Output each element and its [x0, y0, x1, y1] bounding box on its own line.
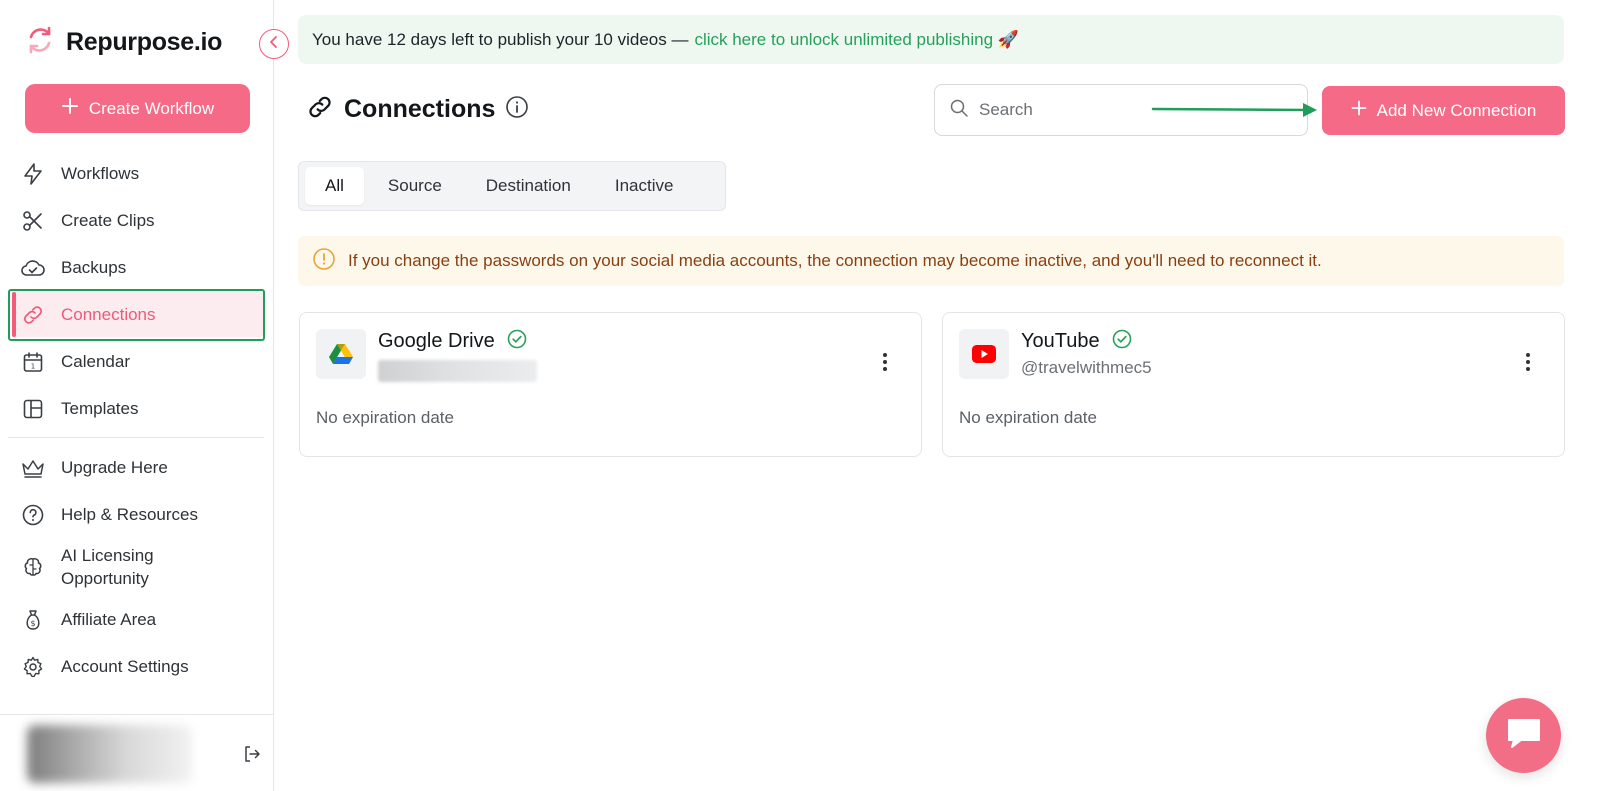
- notice-text: If you change the passwords on your soci…: [348, 251, 1322, 270]
- main-content: You have 12 days left to publish your 10…: [274, 0, 1600, 791]
- repurpose-logo-icon: [24, 24, 56, 61]
- create-workflow-label: Create Workflow: [88, 98, 215, 118]
- money-bag-icon: $: [20, 607, 46, 633]
- verified-check-icon: [507, 329, 527, 354]
- sidebar-item-label: Calendar: [61, 351, 130, 371]
- tab-all[interactable]: All: [305, 167, 364, 205]
- sidebar-item-calendar[interactable]: 1 Calendar: [0, 338, 274, 385]
- add-new-connection-button[interactable]: Add New Connection: [1322, 86, 1565, 135]
- redacted-account: [378, 360, 537, 382]
- svg-text:$: $: [30, 619, 35, 628]
- create-workflow-button[interactable]: Create Workflow: [25, 84, 250, 133]
- collapse-sidebar-button[interactable]: [259, 29, 289, 59]
- link-icon: [306, 93, 334, 126]
- expiry-text: No expiration date: [959, 408, 1097, 427]
- sidebar-nav: Workflows Create Clips Backups Connectio…: [0, 150, 274, 690]
- plus-icon: [1351, 100, 1367, 121]
- sidebar-item-upgrade[interactable]: Upgrade Here: [0, 444, 274, 491]
- question-icon: [20, 502, 46, 528]
- google-drive-icon: [316, 329, 366, 379]
- user-area: [0, 714, 274, 791]
- more-options-icon[interactable]: [875, 349, 895, 375]
- search-icon: [949, 98, 969, 123]
- sidebar-item-label: Workflows: [61, 163, 140, 183]
- sidebar-item-create-clips[interactable]: Create Clips: [0, 197, 274, 244]
- chevron-left-icon: [267, 35, 281, 54]
- connection-handle: @travelwithmec5: [1021, 358, 1152, 377]
- page-header: Connections: [306, 93, 529, 126]
- page-title: Connections: [344, 95, 496, 123]
- connection-name: Google Drive: [378, 330, 495, 352]
- banner-text: You have 12 days left to publish your 10…: [312, 29, 689, 49]
- sidebar-item-workflows[interactable]: Workflows: [0, 150, 274, 197]
- scissors-icon: [20, 208, 46, 234]
- avatar[interactable]: [27, 725, 192, 783]
- chat-widget-button[interactable]: [1486, 698, 1561, 773]
- sidebar-item-label: Account Settings: [61, 656, 189, 676]
- tab-source[interactable]: Source: [368, 167, 462, 205]
- layout-icon: [20, 396, 46, 422]
- connection-card-google-drive: Google Drive No expiration date: [299, 312, 922, 457]
- sidebar-divider: [8, 437, 264, 438]
- brain-icon: [20, 554, 46, 580]
- expiry-text: No expiration date: [316, 408, 454, 427]
- sidebar-item-backups[interactable]: Backups: [0, 244, 274, 291]
- password-notice: If you change the passwords on your soci…: [298, 236, 1564, 286]
- publish-banner: You have 12 days left to publish your 10…: [298, 15, 1564, 64]
- cloud-icon: [20, 255, 46, 281]
- plus-icon: [61, 97, 79, 120]
- sidebar-item-label: Help & Resources: [61, 504, 199, 524]
- sidebar-item-label: AI Licensing Opportunity: [61, 546, 154, 588]
- svg-text:1: 1: [31, 362, 35, 370]
- sidebar-item-label: Create Clips: [61, 210, 155, 230]
- sidebar-item-label: Templates: [61, 398, 139, 418]
- connection-name-row: YouTube: [1021, 329, 1132, 354]
- sidebar-item-ai-licensing[interactable]: AI Licensing Opportunity: [0, 538, 274, 596]
- filter-tabs: All Source Destination Inactive: [298, 161, 726, 211]
- sidebar-item-label: Affiliate Area: [61, 609, 157, 629]
- add-new-connection-label: Add New Connection: [1376, 100, 1537, 120]
- info-icon[interactable]: [505, 95, 529, 124]
- verified-check-icon: [1112, 329, 1132, 354]
- sidebar-item-label: Connections: [61, 304, 156, 324]
- annotation-arrow: [1151, 98, 1323, 127]
- link-icon: [20, 302, 46, 328]
- sidebar-item-label: Upgrade Here: [61, 457, 168, 477]
- calendar-icon: 1: [20, 349, 46, 375]
- connection-name: YouTube: [1021, 330, 1100, 352]
- app-name: Repurpose.io: [66, 28, 223, 56]
- chat-bubble-icon: [1505, 716, 1543, 755]
- warning-info-icon: [312, 247, 336, 276]
- connection-name-row: Google Drive: [378, 329, 527, 354]
- tab-destination[interactable]: Destination: [466, 167, 591, 205]
- sidebar-item-affiliate[interactable]: $ Affiliate Area: [0, 596, 274, 643]
- sidebar: Repurpose.io Create Workflow Workflows C…: [0, 0, 274, 791]
- crown-icon: [20, 455, 46, 481]
- gear-icon: [20, 654, 46, 680]
- logout-icon[interactable]: [242, 744, 262, 769]
- sidebar-item-connections[interactable]: Connections: [0, 289, 274, 341]
- sidebar-item-account-settings[interactable]: Account Settings: [0, 643, 274, 690]
- tab-inactive[interactable]: Inactive: [595, 167, 694, 205]
- logo[interactable]: Repurpose.io: [24, 24, 222, 61]
- sidebar-item-templates[interactable]: Templates: [0, 385, 274, 432]
- more-options-icon[interactable]: [1518, 349, 1538, 375]
- unlock-publishing-link[interactable]: click here to unlock unlimited publishin…: [694, 30, 1019, 50]
- connection-card-youtube: YouTube @travelwithmec5 No expiration da…: [942, 312, 1565, 457]
- youtube-icon: [959, 329, 1009, 379]
- sidebar-item-help[interactable]: Help & Resources: [0, 491, 274, 538]
- sidebar-item-label: Backups: [61, 257, 127, 277]
- lightning-icon: [20, 161, 46, 187]
